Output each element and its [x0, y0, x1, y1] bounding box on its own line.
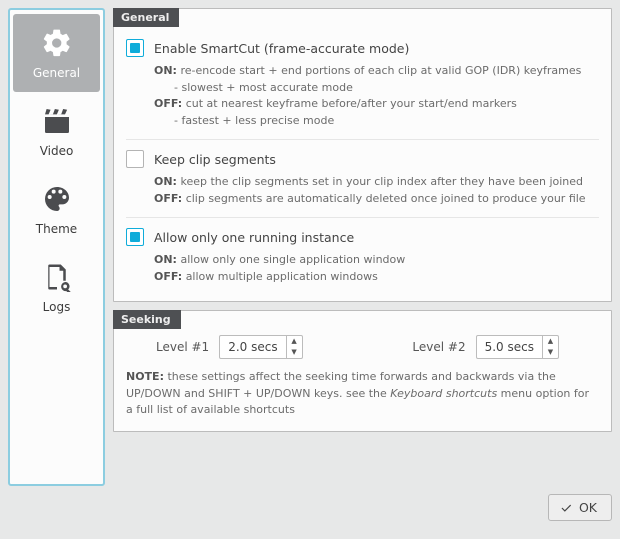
option-desc: ON: keep the clip segments set in your c… — [154, 174, 599, 207]
sidebar-item-theme[interactable]: Theme — [13, 170, 100, 248]
group-title: Seeking — [113, 310, 181, 329]
file-search-icon — [40, 260, 74, 294]
seek-note: NOTE: these settings affect the seeking … — [126, 369, 599, 419]
seek-level-1: Level #1 2.0 secs ▲▼ — [156, 335, 303, 359]
group-seeking: Seeking Level #1 2.0 secs ▲▼ Level #2 — [113, 310, 612, 432]
sidebar-item-logs[interactable]: Logs — [13, 248, 100, 326]
option-single-instance: Allow only one running instance ON: allo… — [126, 222, 599, 289]
seek-label: Level #2 — [412, 340, 465, 354]
ok-label: OK — [579, 500, 597, 515]
settings-content: General Enable SmartCut (frame-accurate … — [113, 8, 612, 486]
check-icon — [559, 501, 573, 515]
settings-sidebar: General Video Theme Logs — [8, 8, 105, 486]
sidebar-item-video[interactable]: Video — [13, 92, 100, 170]
sidebar-item-label: Logs — [43, 300, 71, 314]
seek-level-2: Level #2 5.0 secs ▲▼ — [412, 335, 559, 359]
sidebar-item-label: Video — [40, 144, 74, 158]
option-label: Enable SmartCut (frame-accurate mode) — [154, 41, 409, 56]
spinbox-level-1[interactable]: 2.0 secs ▲▼ — [219, 335, 302, 359]
group-title: General — [113, 8, 179, 27]
option-label: Allow only one running instance — [154, 230, 354, 245]
sidebar-item-label: Theme — [36, 222, 77, 236]
palette-icon — [40, 182, 74, 216]
spin-buttons[interactable]: ▲▼ — [286, 336, 302, 358]
sidebar-item-label: General — [33, 66, 80, 80]
checkbox-keep-segments[interactable] — [126, 150, 144, 168]
option-keep-segments: Keep clip segments ON: keep the clip seg… — [126, 144, 599, 211]
clapperboard-icon — [40, 104, 74, 138]
sidebar-item-general[interactable]: General — [13, 14, 100, 92]
spinbox-level-2[interactable]: 5.0 secs ▲▼ — [476, 335, 559, 359]
checkbox-single-instance[interactable] — [126, 228, 144, 246]
option-label: Keep clip segments — [154, 152, 276, 167]
gear-icon — [40, 26, 74, 60]
dialog-footer: OK — [8, 494, 612, 521]
spinbox-value: 5.0 secs — [477, 340, 542, 354]
option-desc: ON: allow only one single application wi… — [154, 252, 599, 285]
option-desc: ON: re-encode start + end portions of ea… — [154, 63, 599, 129]
spin-buttons[interactable]: ▲▼ — [542, 336, 558, 358]
ok-button[interactable]: OK — [548, 494, 612, 521]
option-smartcut: Enable SmartCut (frame-accurate mode) ON… — [126, 33, 599, 133]
seek-label: Level #1 — [156, 340, 209, 354]
checkbox-smartcut[interactable] — [126, 39, 144, 57]
spinbox-value: 2.0 secs — [220, 340, 285, 354]
group-general: General Enable SmartCut (frame-accurate … — [113, 8, 612, 302]
